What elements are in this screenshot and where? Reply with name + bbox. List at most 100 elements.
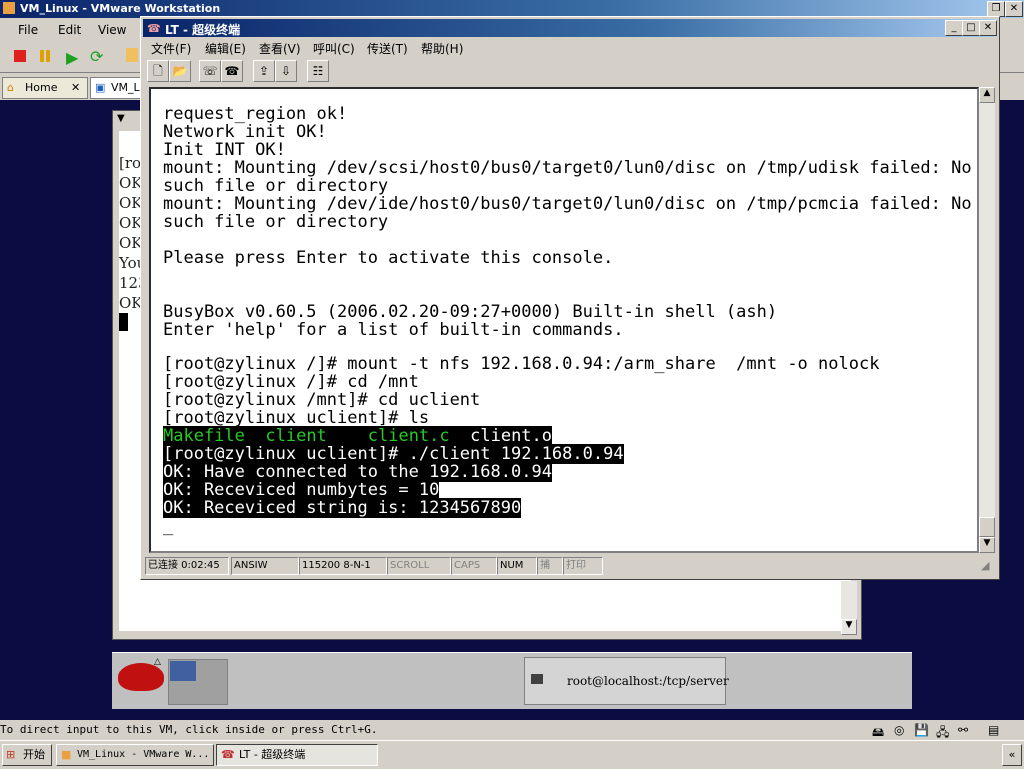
status-capture: 捕 [537, 557, 563, 575]
scroll-up-icon[interactable]: ▲ [979, 87, 995, 103]
guest-panel: △ root@localhost:/tcp/server [112, 652, 912, 709]
menu-edit[interactable]: 编辑(E) [205, 40, 246, 57]
terminal-line: such file or directory [163, 212, 389, 232]
close-tab-icon[interactable]: ✕ [71, 78, 80, 98]
scroll-down-icon[interactable]: ▼ [979, 537, 995, 553]
cdrom-icon[interactable]: ◎ [894, 723, 904, 737]
vmware-window-title: VM_Linux - VMware Workstation [20, 2, 221, 15]
status-port: 115200 8-N-1 [299, 557, 387, 575]
power-off-icon[interactable] [14, 50, 26, 62]
terminal-line-highlighted: [root@zylinux uclient]# ./client 192.168… [163, 444, 624, 464]
terminal-scrollbar[interactable]: ▲ ▼ [979, 87, 995, 553]
close-icon[interactable]: ✕ [1005, 1, 1023, 17]
disconnect-icon[interactable]: ☎ [221, 60, 243, 82]
restore-icon[interactable]: ❐ [987, 1, 1005, 17]
hyperterminal-statusbar: 已连接 0:02:45 ANSIW 115200 8-N-1 SCROLL CA… [143, 557, 995, 575]
hyperterminal-titlebar: ☎ LT - 超级终端 _ □ ✕ [143, 19, 997, 37]
phone-icon: ☎ [221, 748, 235, 761]
hyperterminal-menubar: 文件(F) 编辑(E) 查看(V) 呼叫(C) 传送(T) 帮助(H) [143, 37, 995, 57]
arrow-up-icon: △ [154, 657, 161, 667]
close-icon[interactable]: ✕ [979, 20, 997, 36]
snapshot-icon[interactable] [126, 48, 138, 62]
status-caps: CAPS [451, 557, 497, 575]
maximize-icon[interactable]: □ [962, 20, 980, 36]
vm-icon: ▣ [95, 81, 106, 94]
suspend-icon[interactable] [40, 50, 44, 62]
hyperterminal-window[interactable]: ☎ LT - 超级终端 _ □ ✕ 文件(F) 编辑(E) 查看(V) 呼叫(C… [140, 16, 1000, 580]
menu-transfer[interactable]: 传送(T) [367, 40, 408, 57]
start-button[interactable]: ⊞ 开始 [2, 744, 52, 766]
menu-file[interactable]: 文件(F) [151, 40, 191, 57]
vmware-icon: ■ [61, 748, 72, 761]
tab-vm-linux[interactable]: ▣ VM_L [90, 77, 142, 99]
power-on-icon[interactable]: ▶ [66, 48, 78, 67]
terminal-line: such file or directory [163, 176, 389, 196]
home-icon: ⌂ [7, 81, 14, 94]
terminal-line-highlighted: OK: Receviced string is: 1234567890 [163, 498, 522, 518]
workspace-1[interactable] [170, 661, 196, 681]
workspace-switcher[interactable] [168, 659, 228, 705]
messages-icon[interactable]: ▤ [988, 723, 999, 737]
windows-logo-icon: ⊞ [6, 748, 16, 761]
ls-client: client [265, 426, 327, 446]
hyperterminal-title: LT - 超级终端 [165, 23, 241, 37]
ls-makefile: Makefile [163, 426, 245, 446]
redhat-menu-icon[interactable] [118, 663, 164, 691]
task-button[interactable]: root@localhost:/tcp/server [524, 657, 729, 705]
floppy-icon[interactable]: 💾 [914, 723, 929, 737]
terminal-line: [root@zylinux /]# mount -t nfs 192.168.0… [163, 354, 880, 374]
taskbar-hyperterminal[interactable]: ☎ LT - 超级终端 [216, 744, 378, 766]
reset-icon[interactable]: ⟳ [90, 47, 103, 66]
tray-expand-icon[interactable]: « [1002, 744, 1022, 766]
connect-icon[interactable]: ☏ [199, 60, 221, 82]
guest-scrollbar[interactable]: ▼ [841, 581, 857, 635]
terminal-line: Init INT OK! [163, 140, 286, 160]
menu-view[interactable]: 查看(V) [259, 40, 301, 57]
terminal-line: [root@zylinux uclient]# ls [163, 408, 430, 428]
usb-icon[interactable]: ⚯ [958, 723, 968, 737]
properties-icon[interactable]: ☷ [307, 60, 329, 82]
ls-output-line: Makefile client client.c client.o [163, 426, 553, 446]
phone-icon: ☎ [147, 22, 161, 35]
suspend-icon-bar [46, 50, 50, 62]
resize-grip-icon[interactable]: ◢ [981, 559, 989, 572]
tab-home[interactable]: ⌂ Home ✕ [2, 77, 88, 99]
terminal-line-highlighted: OK: Have connected to the 192.168.0.94 [163, 462, 552, 482]
status-num: NUM [497, 557, 537, 575]
terminal-line: mount: Mounting /dev/ide/host0/bus0/targ… [163, 194, 972, 214]
terminal-line: Please press Enter to activate this cons… [163, 248, 614, 268]
status-connected: 已连接 0:02:45 [145, 557, 229, 575]
terminal-line: mount: Mounting /dev/scsi/host0/bus0/tar… [163, 158, 972, 178]
terminal-icon [531, 674, 543, 684]
receive-icon[interactable]: ⇩ [275, 60, 297, 82]
menu-file[interactable]: File [18, 23, 38, 37]
vmware-status-message: To direct input to this VM, click inside… [0, 723, 378, 736]
scroll-down-icon[interactable]: ▼ [841, 619, 857, 635]
status-print: 打印 [563, 557, 603, 575]
scroll-thumb[interactable] [979, 517, 995, 537]
menu-view[interactable]: View [98, 23, 126, 37]
ls-client-c: client.c [367, 426, 450, 446]
menu-edit[interactable]: Edit [58, 23, 81, 37]
windows-taskbar: ⊞ 开始 ■ VM_Linux - VMware W... ☎ LT - 超级终… [0, 740, 1024, 769]
terminal-line: [root@zylinux /]# cd /mnt [163, 372, 419, 392]
taskbar-vmware[interactable]: ■ VM_Linux - VMware W... [56, 744, 214, 766]
terminal-line: [root@zylinux /mnt]# cd uclient [163, 390, 481, 410]
vmware-statusbar: To direct input to this VM, click inside… [0, 720, 1024, 740]
send-icon[interactable]: ⇪ [253, 60, 275, 82]
status-scroll: SCROLL [387, 557, 451, 575]
open-folder-icon[interactable]: 📂 [169, 60, 191, 82]
status-emulation: ANSIW [231, 557, 299, 575]
vmware-app-icon [3, 2, 15, 14]
terminal-screen[interactable]: request_region ok! Network init OK! Init… [149, 87, 979, 553]
chevron-down-icon[interactable]: ▼ [117, 113, 125, 124]
ls-client-o: client.o [470, 426, 553, 446]
minimize-icon[interactable]: _ [945, 20, 963, 36]
guest-cursor [119, 313, 128, 331]
terminal-cursor: _ [163, 516, 174, 536]
menu-call[interactable]: 呼叫(C) [313, 40, 355, 57]
new-file-icon[interactable]: 🗋 [147, 60, 169, 82]
hyperterminal-toolbar: 🗋 📂 ☏ ☎ ⇪ ⇩ ☷ [143, 57, 995, 85]
menu-help[interactable]: 帮助(H) [421, 40, 463, 57]
terminal-line: Network init OK! [163, 122, 327, 142]
